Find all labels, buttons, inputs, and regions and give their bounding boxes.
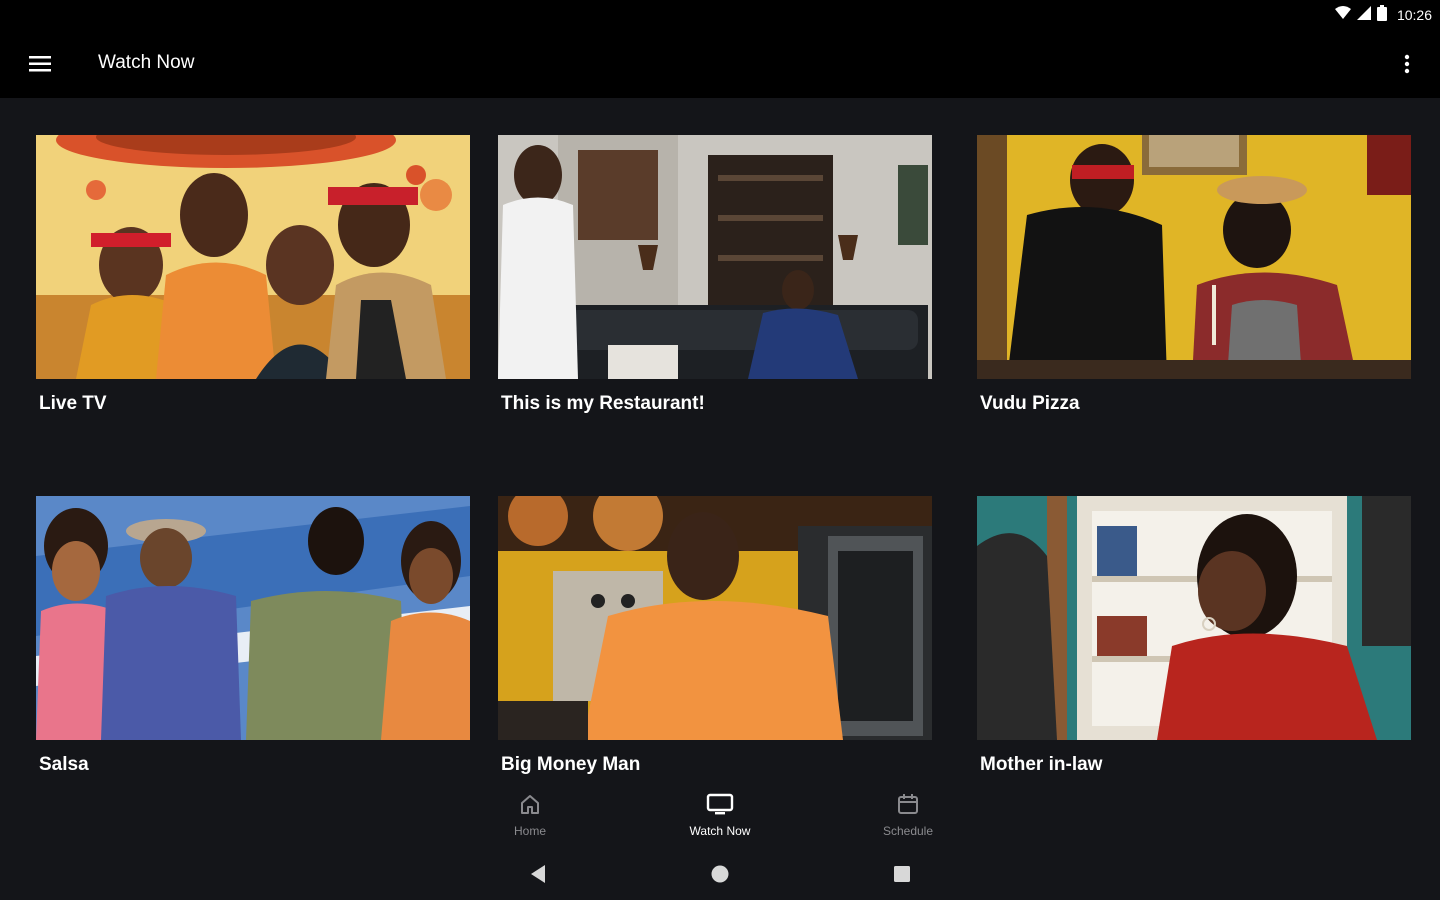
card-big-money-man[interactable]: Big Money Man bbox=[498, 496, 932, 776]
thumbnail-image[interactable] bbox=[977, 135, 1411, 379]
status-time: 10:26 bbox=[1396, 7, 1432, 23]
status-bar: 10:26 bbox=[0, 0, 1440, 30]
bottom-navigation: Home Watch Now Schedule bbox=[0, 786, 1440, 846]
thumbnail-image[interactable] bbox=[498, 135, 932, 379]
nav-label: Home bbox=[513, 824, 546, 838]
app-bar: Watch Now bbox=[0, 30, 1440, 98]
nav-item-home[interactable]: Home bbox=[470, 792, 590, 838]
signal-icon bbox=[1356, 5, 1371, 25]
card-title: Big Money Man bbox=[501, 754, 641, 775]
card-title: Mother in-law bbox=[980, 754, 1103, 775]
status-icons: 10:26 bbox=[1334, 4, 1432, 26]
wifi-icon bbox=[1334, 5, 1351, 25]
back-icon[interactable] bbox=[526, 862, 550, 886]
card-title: Vudu Pizza bbox=[980, 393, 1080, 414]
thumbnail-image[interactable] bbox=[36, 135, 470, 379]
nav-label: Schedule bbox=[882, 824, 934, 838]
nav-item-schedule[interactable]: Schedule bbox=[848, 792, 968, 838]
card-mother-in-law[interactable]: Mother in-law bbox=[977, 496, 1411, 776]
card-salsa[interactable]: Salsa bbox=[36, 496, 470, 776]
card-title: Salsa bbox=[39, 754, 89, 775]
card-this-is-my-restaurant[interactable]: This is my Restaurant! bbox=[498, 135, 932, 415]
card-vudu-pizza[interactable]: Vudu Pizza bbox=[977, 135, 1411, 415]
thumbnail-image[interactable] bbox=[977, 496, 1411, 740]
card-live-tv[interactable]: Live TV bbox=[36, 135, 470, 415]
nav-item-watch-now[interactable]: Watch Now bbox=[660, 792, 780, 838]
more-vert-icon[interactable] bbox=[1392, 46, 1422, 82]
nav-label: Watch Now bbox=[689, 824, 751, 838]
battery-icon bbox=[1376, 4, 1387, 26]
tv-icon bbox=[706, 792, 734, 821]
home-icon bbox=[518, 792, 542, 821]
home-circle-icon[interactable] bbox=[708, 862, 732, 886]
calendar-icon bbox=[896, 792, 920, 821]
page-title: Watch Now bbox=[98, 52, 195, 73]
card-title: This is my Restaurant! bbox=[501, 393, 705, 414]
thumbnail-image[interactable] bbox=[36, 496, 470, 740]
system-navigation-bar bbox=[0, 846, 1440, 900]
card-title: Live TV bbox=[39, 393, 107, 414]
recents-icon[interactable] bbox=[890, 862, 914, 886]
hamburger-menu-icon[interactable] bbox=[22, 46, 58, 82]
thumbnail-image[interactable] bbox=[498, 496, 932, 740]
